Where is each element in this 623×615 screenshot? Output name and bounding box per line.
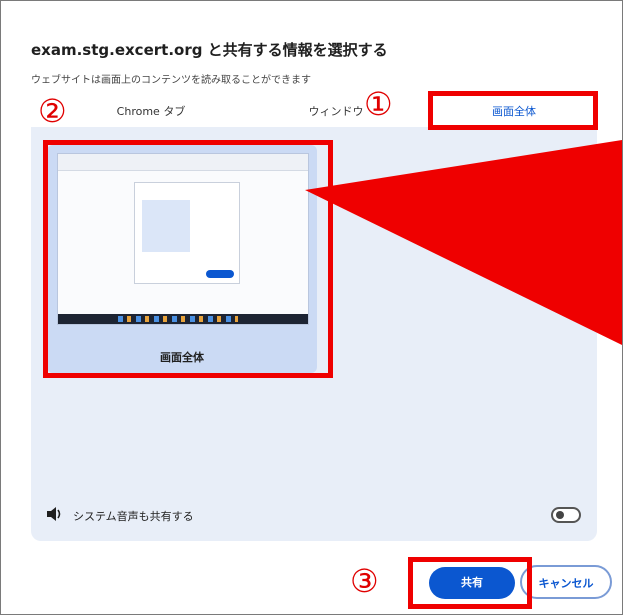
step-number-2: ② (38, 92, 67, 130)
annotation-arrow (305, 140, 622, 345)
step-number-3: ③ (350, 562, 379, 600)
step-number-1: ① (364, 85, 393, 123)
